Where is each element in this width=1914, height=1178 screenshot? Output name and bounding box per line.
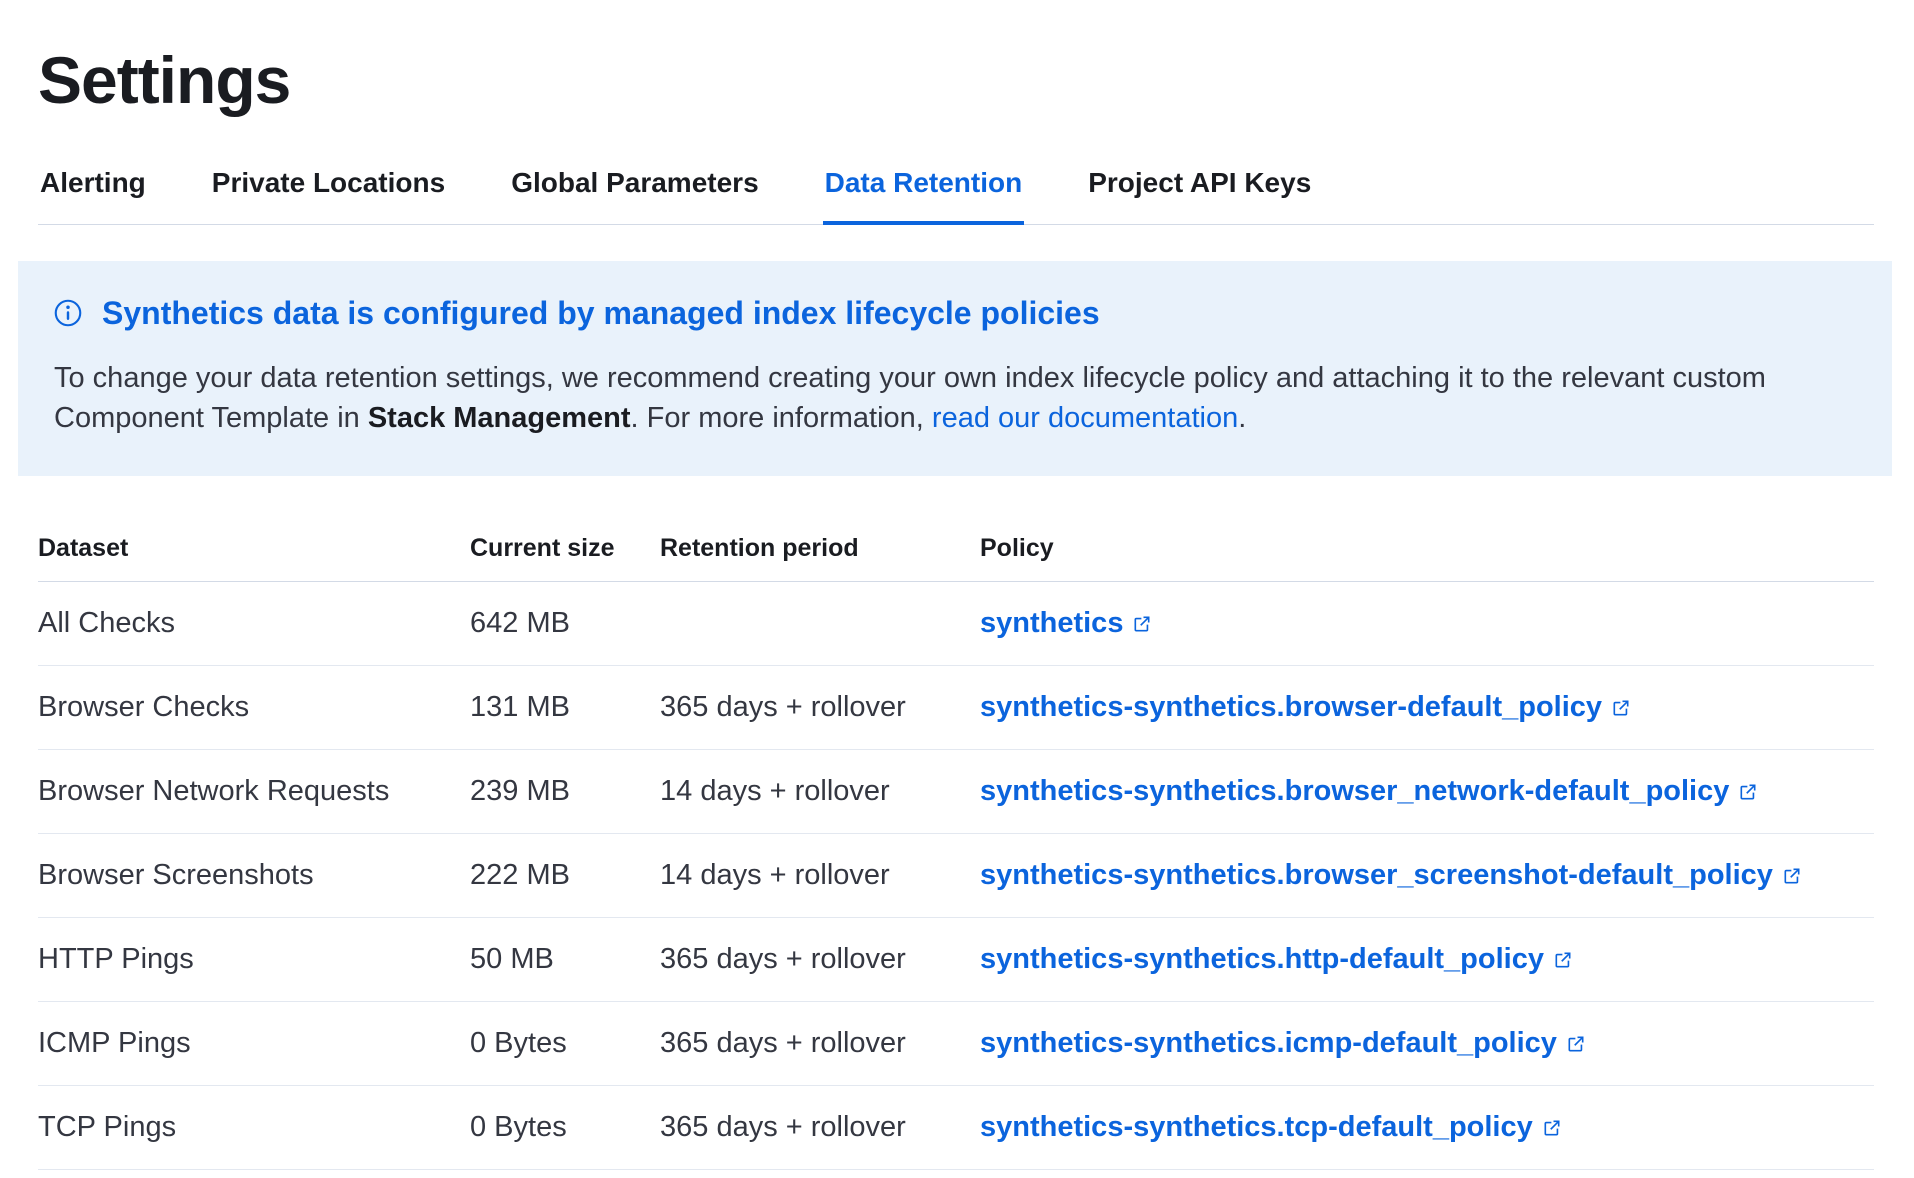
external-link-icon (1611, 698, 1631, 718)
retention-cell: 14 days + rollover (660, 750, 980, 833)
policy-link-label: synthetics-synthetics.browser-default_po… (980, 691, 1602, 724)
size-cell: 50 MB (470, 918, 660, 1001)
table-row: Browser Network Requests 239 MB 14 days … (38, 750, 1874, 834)
table-row: HTTP Pings 50 MB 365 days + rollover syn… (38, 918, 1874, 1002)
callout-body-bold: Stack Management (368, 402, 631, 434)
header-dataset: Dataset (38, 520, 470, 581)
external-link-icon (1782, 866, 1802, 886)
policy-cell: synthetics-synthetics.icmp-default_polic… (980, 1002, 1874, 1085)
table-body: All Checks 642 MB synthetics Browser Che… (38, 582, 1874, 1170)
external-link-icon (1738, 782, 1758, 802)
retention-cell: 365 days + rollover (660, 666, 980, 749)
table-row: All Checks 642 MB synthetics (38, 582, 1874, 666)
policy-link-label: synthetics-synthetics.browser_network-de… (980, 775, 1729, 808)
retention-cell: 14 days + rollover (660, 834, 980, 917)
dataset-cell: All Checks (38, 582, 470, 665)
policy-link-label: synthetics-synthetics.http-default_polic… (980, 943, 1544, 976)
tab-global-parameters[interactable]: Global Parameters (509, 161, 760, 225)
info-icon (54, 299, 82, 327)
table-row: Browser Screenshots 222 MB 14 days + rol… (38, 834, 1874, 918)
policy-cell: synthetics-synthetics.browser_screenshot… (980, 834, 1874, 917)
header-current-size: Current size (470, 520, 660, 581)
dataset-cell: ICMP Pings (38, 1002, 470, 1085)
tab-data-retention[interactable]: Data Retention (823, 161, 1025, 225)
tab-project-api-keys[interactable]: Project API Keys (1086, 161, 1313, 225)
dataset-cell: Browser Checks (38, 666, 470, 749)
callout-body-middle: . For more information, (631, 402, 932, 434)
callout-title: Synthetics data is configured by managed… (102, 295, 1100, 332)
page-title: Settings (38, 44, 1874, 117)
size-cell: 239 MB (470, 750, 660, 833)
policy-link-label: synthetics-synthetics.icmp-default_polic… (980, 1027, 1557, 1060)
header-retention-period: Retention period (660, 520, 980, 581)
retention-table: Dataset Current size Retention period Po… (38, 520, 1874, 1170)
retention-cell: 365 days + rollover (660, 1002, 980, 1085)
tab-private-locations[interactable]: Private Locations (210, 161, 447, 225)
documentation-link[interactable]: read our documentation (932, 402, 1238, 434)
retention-cell: 365 days + rollover (660, 1086, 980, 1169)
policy-link[interactable]: synthetics-synthetics.tcp-default_policy (980, 1111, 1562, 1144)
table-header-row: Dataset Current size Retention period Po… (38, 520, 1874, 582)
size-cell: 642 MB (470, 582, 660, 665)
policy-link[interactable]: synthetics-synthetics.browser_screenshot… (980, 859, 1802, 892)
size-cell: 0 Bytes (470, 1002, 660, 1085)
header-policy: Policy (980, 520, 1874, 581)
dataset-cell: HTTP Pings (38, 918, 470, 1001)
callout-header: Synthetics data is configured by managed… (54, 295, 1856, 332)
policy-link[interactable]: synthetics (980, 607, 1152, 640)
settings-tabs: Alerting Private Locations Global Parame… (38, 161, 1874, 225)
table-row: Browser Checks 131 MB 365 days + rollove… (38, 666, 1874, 750)
callout-body: To change your data retention settings, … (54, 358, 1854, 438)
external-link-icon (1132, 614, 1152, 634)
table-row: TCP Pings 0 Bytes 365 days + rollover sy… (38, 1086, 1874, 1170)
policy-link[interactable]: synthetics-synthetics.browser-default_po… (980, 691, 1631, 724)
size-cell: 0 Bytes (470, 1086, 660, 1169)
size-cell: 131 MB (470, 666, 660, 749)
policy-link[interactable]: synthetics-synthetics.browser_network-de… (980, 775, 1758, 808)
policy-link[interactable]: synthetics-synthetics.icmp-default_polic… (980, 1027, 1586, 1060)
policy-cell: synthetics (980, 582, 1874, 665)
table-row: ICMP Pings 0 Bytes 365 days + rollover s… (38, 1002, 1874, 1086)
policy-cell: synthetics-synthetics.browser_network-de… (980, 750, 1874, 833)
ilm-info-callout: Synthetics data is configured by managed… (18, 261, 1892, 476)
settings-page: Settings Alerting Private Locations Glob… (0, 0, 1914, 1170)
policy-link-label: synthetics-synthetics.tcp-default_policy (980, 1111, 1533, 1144)
policy-link[interactable]: synthetics-synthetics.http-default_polic… (980, 943, 1573, 976)
policy-cell: synthetics-synthetics.tcp-default_policy (980, 1086, 1874, 1169)
policy-link-label: synthetics-synthetics.browser_screenshot… (980, 859, 1773, 892)
external-link-icon (1553, 950, 1573, 970)
dataset-cell: TCP Pings (38, 1086, 470, 1169)
tab-alerting[interactable]: Alerting (38, 161, 148, 225)
callout-body-suffix: . (1238, 402, 1246, 434)
dataset-cell: Browser Screenshots (38, 834, 470, 917)
retention-cell: 365 days + rollover (660, 918, 980, 1001)
retention-cell (660, 598, 980, 648)
policy-cell: synthetics-synthetics.browser-default_po… (980, 666, 1874, 749)
external-link-icon (1542, 1118, 1562, 1138)
policy-cell: synthetics-synthetics.http-default_polic… (980, 918, 1874, 1001)
policy-link-label: synthetics (980, 607, 1123, 640)
external-link-icon (1566, 1034, 1586, 1054)
dataset-cell: Browser Network Requests (38, 750, 470, 833)
size-cell: 222 MB (470, 834, 660, 917)
